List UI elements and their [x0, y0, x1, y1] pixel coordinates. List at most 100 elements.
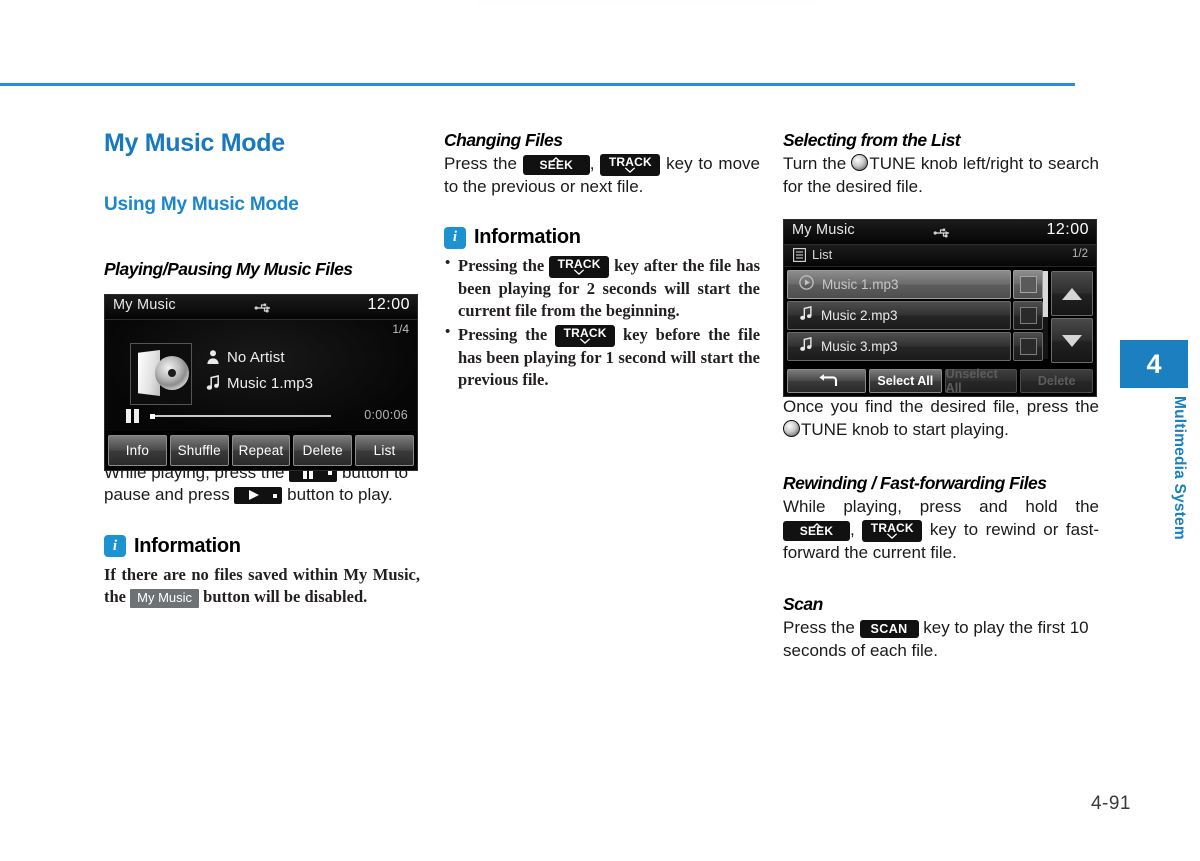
album-art-placeholder	[130, 343, 192, 405]
back-arrow-icon	[816, 373, 838, 389]
track-key-chip: TRACK	[549, 256, 610, 279]
tune-knob-icon	[851, 154, 869, 171]
selecting-list-text: Turn the TUNE knob left/right to search …	[783, 153, 1099, 198]
list-item: Pressing the TRACK key before the file h…	[445, 323, 760, 391]
music-note-icon	[799, 305, 813, 326]
page-number: 4-91	[1090, 793, 1131, 814]
bullet-1-text-1: Pressing the	[458, 256, 545, 276]
music-note-icon	[206, 375, 220, 391]
information-label: Information	[134, 534, 241, 557]
chip-dot	[328, 471, 333, 476]
artist-row: No Artist	[206, 344, 313, 370]
play-circle-icon	[799, 274, 814, 295]
chip-dot	[273, 493, 278, 498]
tune-label: TUNE	[801, 419, 848, 439]
information-heading: i Information	[104, 535, 420, 558]
list-button[interactable]: List	[355, 435, 414, 466]
list-footer-bar: Select All Unselect All Delete	[784, 367, 1096, 396]
back-button[interactable]	[787, 369, 866, 393]
chapter-label: Multimedia System	[1171, 396, 1188, 540]
chevron-down-icon	[887, 532, 898, 539]
list-item-name-cell[interactable]: Music 1.mp3	[787, 270, 1011, 299]
scrollbar[interactable]	[1043, 271, 1048, 359]
list-item: Pressing the TRACK key after the file ha…	[445, 254, 760, 322]
scroll-down-button[interactable]	[1051, 318, 1093, 363]
seek-key-chip: SEEK	[783, 520, 850, 541]
bullet-2-text-1: Pressing the	[458, 324, 548, 344]
after-text-1: Once you find the desired file, press th…	[783, 397, 1099, 417]
shuffle-button[interactable]: Shuffle	[169, 435, 229, 466]
person-icon	[206, 349, 220, 365]
heading-selecting-list: Selecting from the List	[783, 130, 961, 150]
screen-status-bar: My Music 12:00	[105, 295, 417, 320]
changing-text-1: Press the	[444, 154, 517, 173]
table-row[interactable]: Music 3.mp3	[787, 332, 1043, 361]
file-row: Music 1.mp3	[206, 370, 313, 396]
after-find-text: Once you find the desired file, press th…	[783, 396, 1099, 441]
triangle-up-icon	[1062, 287, 1082, 300]
list-header: List 1/2	[784, 245, 1096, 267]
delete-button[interactable]: Delete	[293, 435, 353, 466]
table-row[interactable]: Music 1.mp3	[787, 270, 1043, 299]
row-checkbox[interactable]	[1013, 332, 1043, 361]
seek-key-chip: SEEK	[522, 154, 590, 175]
music-note-icon	[799, 336, 813, 357]
caption-text-3: button to play.	[287, 485, 393, 505]
section-subtitle: Using My Music Mode	[104, 193, 299, 215]
list-item-name-cell[interactable]: Music 3.mp3	[787, 332, 1011, 361]
pause-status-icon	[126, 409, 139, 423]
table-row[interactable]: Music 2.mp3	[787, 301, 1043, 330]
info-text-2: button will be disabled.	[203, 586, 368, 606]
info-icon: i	[444, 226, 466, 249]
top-scan-band	[478, 0, 816, 4]
list-label: List	[812, 247, 833, 262]
scrollbar-thumb[interactable]	[1043, 271, 1048, 317]
screen-title: My Music	[113, 297, 176, 313]
info-icon: i	[104, 535, 126, 558]
progress-handle[interactable]	[150, 413, 155, 419]
cd-hole	[168, 369, 176, 377]
comma-sep: ,	[850, 520, 855, 540]
tune-knob-icon	[783, 419, 800, 437]
chevron-down-icon	[574, 269, 585, 276]
list-icon	[793, 248, 806, 262]
file-name: Music 3.mp3	[821, 339, 898, 354]
file-name: Music 1.mp3	[822, 277, 899, 292]
screen-clock: 12:00	[1046, 221, 1089, 238]
seek-key-label: SEEK	[799, 523, 834, 538]
tune-label: TUNE	[869, 154, 916, 173]
scan-key-chip: SCAN	[859, 619, 919, 638]
select-all-button[interactable]: Select All	[869, 369, 942, 393]
select-text-1: Turn the	[783, 154, 847, 173]
track-key-chip: TRACK	[600, 153, 661, 176]
heading-rewinding: Rewinding / Fast-forwarding Files	[783, 473, 1047, 494]
header-rule	[0, 83, 1075, 86]
file-list-screen[interactable]: My Music 12:00 List 1/2 Music 1.mp3 Musi…	[783, 219, 1097, 397]
track-index: 1/4	[392, 322, 409, 336]
middle-column: Changing Files Press the SEEK , TRACK ke…	[444, 130, 760, 393]
info-button[interactable]: Info	[108, 435, 167, 466]
usb-icon	[933, 226, 953, 238]
manual-page: My Music Mode Using My Music Mode Playin…	[0, 0, 1200, 861]
unselect-all-button[interactable]: Unselect All	[944, 367, 1018, 395]
repeat-button[interactable]: Repeat	[231, 435, 291, 466]
chapter-number-tab: 4	[1120, 340, 1188, 388]
row-checkbox[interactable]	[1013, 301, 1043, 330]
progress-area: 0:00:06	[105, 407, 417, 425]
scroll-up-button[interactable]	[1051, 271, 1093, 316]
progress-bar[interactable]	[150, 413, 331, 419]
list-page-indicator: 1/2	[1072, 248, 1088, 260]
now-playing-screen[interactable]: My Music 12:00 1/4 No Artist Music 1.mp3…	[104, 294, 418, 471]
delete-all-button[interactable]: Delete	[1020, 369, 1094, 393]
track-key-chip: TRACK	[862, 519, 923, 542]
now-playing-body: 1/4 No Artist Music 1.mp3 0:00:06	[105, 320, 417, 431]
screen-status-bar: My Music 12:00	[784, 220, 1096, 245]
my-music-chip: My Music	[130, 588, 200, 608]
file-name: Music 1.mp3	[227, 374, 314, 392]
row-checkbox[interactable]	[1013, 270, 1043, 299]
elapsed-time: 0:00:06	[364, 408, 408, 422]
play-button-chip	[234, 487, 283, 505]
after-text-2: knob to start playing.	[852, 419, 1009, 439]
scan-text: Press the SCAN key to play the first 10 …	[783, 617, 1099, 662]
list-item-name-cell[interactable]: Music 2.mp3	[787, 301, 1011, 330]
